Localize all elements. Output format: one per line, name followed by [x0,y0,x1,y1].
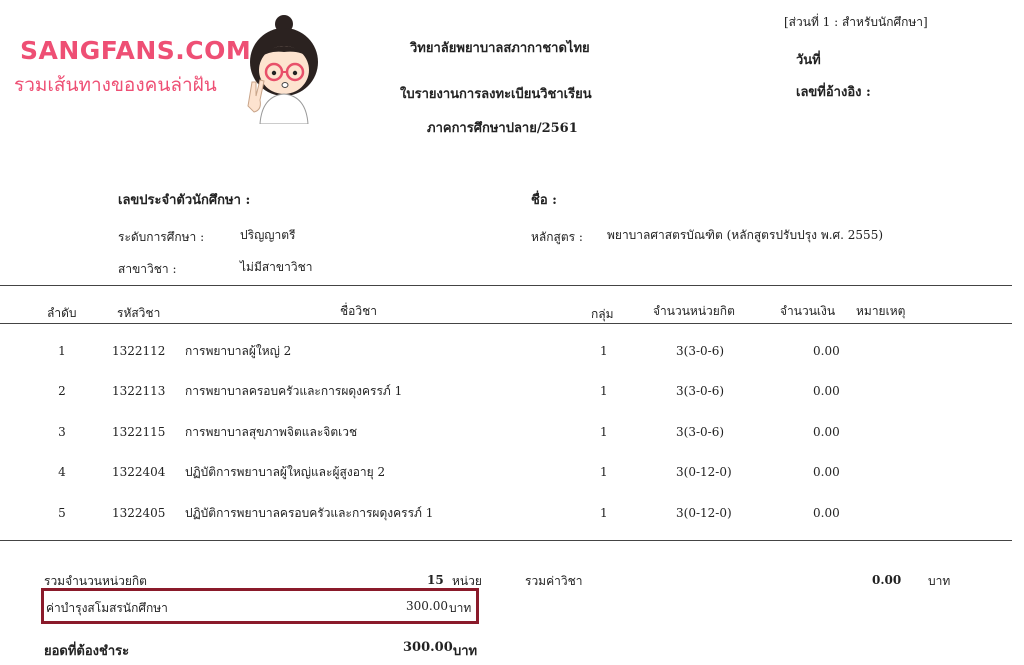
row-credits: 3(0-12-0) [676,465,732,479]
table-bottom-rule [0,540,1012,541]
row-credits: 3(3-0-6) [676,344,725,358]
row-group: 1 [600,465,608,479]
college-name: วิทยาลัยพยาบาลสภากาชาดไทย [410,41,590,56]
amount-due-label: ยอดที่ต้องชำระ [44,644,130,659]
document-title: ใบรายงานการลงทะเบียนวิชาเรียน [400,87,592,102]
row-name: การพยาบาลสุขภาพจิตและจิตเวช [185,425,358,439]
header-group: กลุ่ม [591,307,614,321]
table-top-rule [0,285,1012,286]
row-name: การพยาบาลผู้ใหญ่ 2 [185,344,292,358]
level-value: ปริญญาตรี [240,228,296,242]
logo-tagline: รวมเส้นทางของคนล่าฝัน [14,74,217,96]
curriculum-label: หลักสูตร : [531,230,583,244]
row-credits: 3(3-0-6) [676,384,725,398]
header-name: ชื่อวิชา [340,304,377,318]
course-fee-value: 0.00 [872,573,902,587]
row-group: 1 [600,425,608,439]
level-label: ระดับการศึกษา : [118,230,205,244]
row-code: 1322112 [112,344,166,358]
row-code: 1322115 [112,425,166,439]
major-label: สาขาวิชา : [118,262,177,276]
date-label: วันที่ [796,53,821,68]
reference-label: เลขที่อ้างอิง : [796,85,871,100]
header-credits: จำนวนหน่วยกิต [653,304,735,318]
student-id-label: เลขประจำตัวนักศึกษา : [118,193,251,208]
row-amount: 0.00 [813,425,840,439]
row-name: การพยาบาลครอบครัวและการผดุงครรภ์ 1 [185,384,403,398]
row-code: 1322404 [112,465,166,479]
semester: ภาคการศึกษาปลาย/2561 [427,121,578,136]
major-value: ไม่มีสาขาวิชา [240,260,313,274]
club-fee-label: ค่าบำรุงสโมสรนักศึกษา [46,601,168,615]
row-group: 1 [600,344,608,358]
row-amount: 0.00 [813,506,840,520]
row-amount: 0.00 [813,465,840,479]
club-fee-unit: บาท [449,601,472,615]
header-code: รหัสวิชา [117,306,161,320]
row-group: 1 [600,506,608,520]
row-no: 1 [58,344,66,358]
course-fee-unit: บาท [928,574,951,588]
mascot-icon [247,15,318,124]
total-credits-value: 15 [427,573,444,587]
course-fee-label: รวมค่าวิชา [525,574,583,588]
row-credits: 3(3-0-6) [676,425,725,439]
curriculum-value: พยาบาลศาสตรบัณฑิต (หลักสูตรปรับปรุง พ.ศ.… [607,228,884,242]
row-name: ปฏิบัติการพยาบาลครอบครัวและการผดุงครรภ์ … [185,506,434,520]
table-header-rule [0,323,1012,324]
club-fee-value: 300.00 [406,599,448,613]
student-name-label: ชื่อ : [531,193,557,208]
section-label: [ส่วนที่ 1 : สำหรับนักศึกษา] [784,15,928,29]
amount-due-value: 300.00 [403,640,453,655]
row-name: ปฏิบัติการพยาบาลผู้ใหญ่และผู้สูงอายุ 2 [185,465,386,479]
row-no: 5 [58,506,66,520]
row-code: 1322405 [112,506,166,520]
header-no: ลำดับ [47,306,77,320]
header-remark: หมายเหตุ [856,304,906,318]
row-no: 3 [58,425,66,439]
header-amount: จำนวนเงิน [780,304,836,318]
row-no: 4 [58,465,66,479]
row-no: 2 [58,384,66,398]
amount-due-unit: บาท [453,644,478,659]
row-amount: 0.00 [813,344,840,358]
row-credits: 3(0-12-0) [676,506,732,520]
row-amount: 0.00 [813,384,840,398]
logo-title: SANGFANS.COM [20,36,252,65]
row-group: 1 [600,384,608,398]
row-code: 1322113 [112,384,166,398]
